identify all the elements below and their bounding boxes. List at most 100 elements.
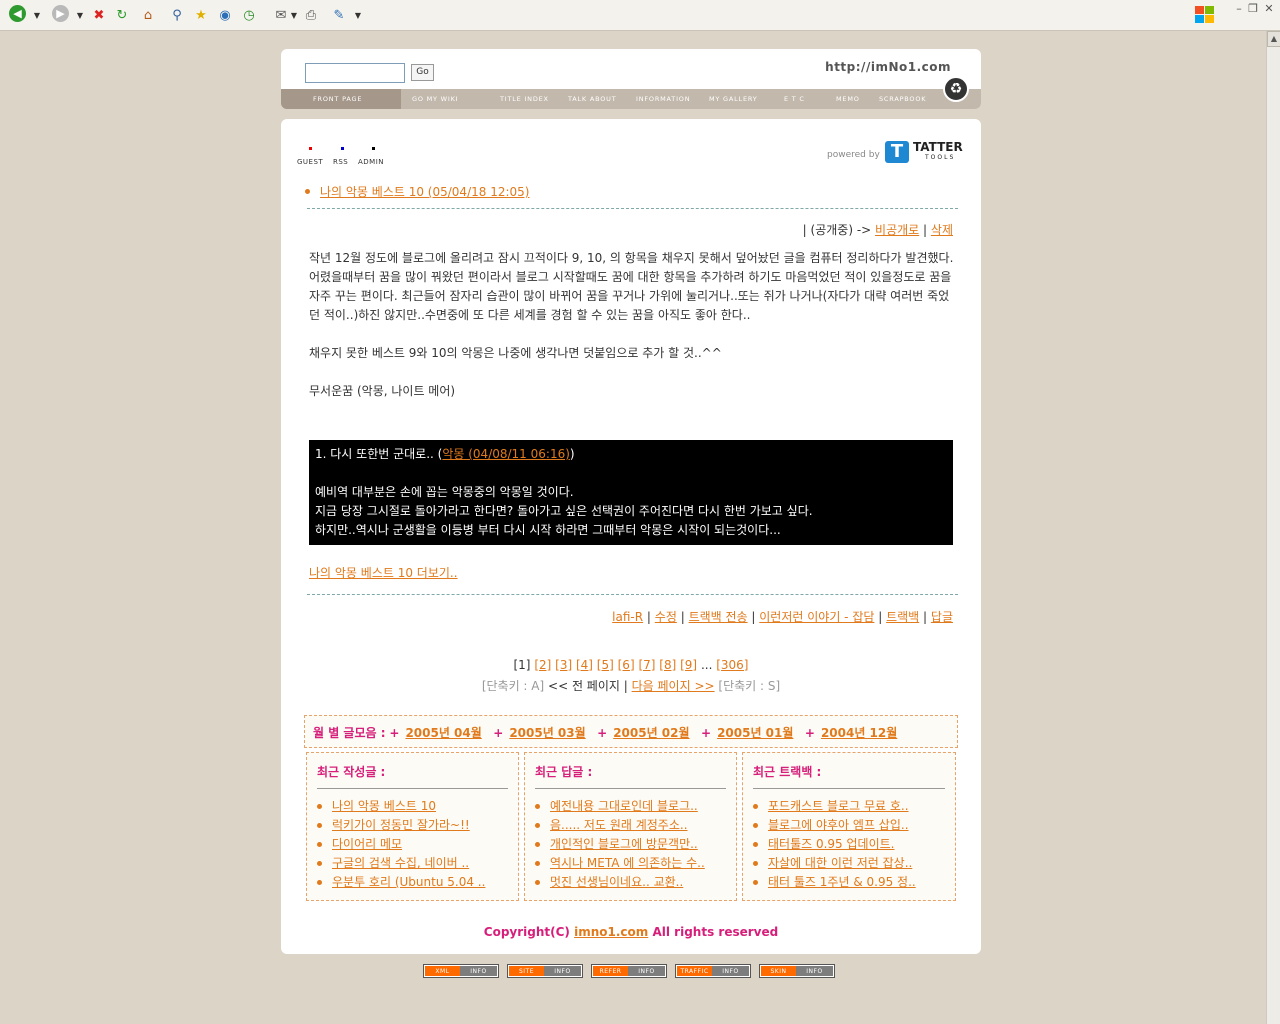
quote-link[interactable]: 악몽 (04/08/11 06:16) [442, 447, 570, 461]
trackback-link[interactable]: 트랙백 [886, 610, 919, 624]
traffic-badge[interactable]: TRAFFIC INFO [675, 964, 751, 978]
nav-memo[interactable]: MEMO [836, 95, 860, 103]
tattertools-logo-icon[interactable]: T [885, 141, 909, 163]
home-icon[interactable]: ⌂ [139, 5, 157, 25]
minimize-icon[interactable]: – [1232, 2, 1246, 16]
stop-icon[interactable]: ✖ [91, 5, 107, 25]
forward-icon[interactable]: ▶ [52, 5, 69, 22]
post-paragraph: 무서운꿈 (악몽, 나이트 메어) [309, 384, 456, 398]
archive-link[interactable]: 2004년 12월 [821, 726, 897, 740]
edit-icon[interactable]: ✎ [330, 5, 348, 25]
trackback-send-link[interactable]: 트랙백 전송 [689, 610, 748, 624]
recent-reply-link[interactable]: 예전내용 그대로인데 블로그.. [550, 797, 698, 816]
archive-link[interactable]: 2005년 04월 [405, 726, 481, 740]
rss-icon[interactable] [341, 147, 344, 150]
nav-scrapbook[interactable]: SCRAPBOOK [879, 95, 926, 103]
nav-information[interactable]: INFORMATION [636, 95, 690, 103]
bullet-icon [305, 189, 310, 194]
page-link[interactable]: [5] [597, 658, 614, 672]
restore-icon[interactable]: ❐ [1246, 2, 1260, 16]
edit-link[interactable]: 수정 [655, 610, 677, 624]
archive-link[interactable]: 2005년 02월 [613, 726, 689, 740]
recent-post-link[interactable]: 다이어리 메모 [332, 835, 402, 854]
nav-front-page[interactable]: FRONT PAGE [313, 95, 362, 103]
admin-icon[interactable] [372, 147, 375, 150]
recent-post-link[interactable]: 나의 악몽 베스트 10 [332, 797, 436, 816]
nav-etc[interactable]: E T C [784, 95, 805, 103]
admin-link[interactable]: ADMIN [358, 158, 384, 166]
refer-badge[interactable]: REFER INFO [591, 964, 667, 978]
rss-link[interactable]: RSS [333, 158, 348, 166]
make-private-link[interactable]: 비공개로 [875, 223, 919, 237]
recent-reply-link[interactable]: 개인적인 블로그에 방문객만.. [550, 835, 698, 854]
guest-link[interactable]: GUEST [297, 158, 323, 166]
favorites-icon[interactable]: ★ [193, 5, 209, 25]
nav-title-index[interactable]: TITLE INDEX [500, 95, 549, 103]
archive-link[interactable]: 2005년 03월 [509, 726, 585, 740]
recent-trackback-link[interactable]: 태터툴즈 0.95 업데이트. [768, 835, 894, 854]
separator: | [623, 679, 632, 693]
page-link[interactable]: [8] [659, 658, 676, 672]
reply-link[interactable]: 답글 [931, 610, 953, 624]
guest-icon[interactable] [309, 147, 312, 150]
copyright-link[interactable]: imno1.com [574, 925, 648, 939]
recent-reply-link[interactable]: 멋진 선생님이네요.. 교환.. [550, 873, 683, 892]
skin-badge[interactable]: SKIN INFO [759, 964, 835, 978]
read-more-link[interactable]: 나의 악몽 베스트 10 더보기.. [309, 564, 458, 581]
site-badge[interactable]: SITE INFO [507, 964, 583, 978]
nav-talk-about[interactable]: TALK ABOUT [568, 95, 617, 103]
tattertools-brand[interactable]: TATTER [913, 141, 963, 154]
back-icon[interactable]: ◀ [9, 5, 26, 22]
bullet-icon [753, 823, 758, 828]
divider [307, 208, 958, 209]
forward-dropdown-icon[interactable]: ▼ [76, 5, 84, 25]
recent-trackback-link[interactable]: 자살에 대한 이런 저런 잡상.. [768, 854, 912, 873]
recent-post-link[interactable]: 우분투 호리 (Ubuntu 5.04 .. [332, 873, 485, 892]
refresh-icon[interactable]: ↻ [114, 5, 130, 25]
post-title[interactable]: 나의 악몽 베스트 10 (05/04/18 12:05) [320, 183, 529, 200]
scroll-up-icon[interactable]: ▲ [1267, 31, 1280, 47]
mail-dropdown-icon[interactable]: ▼ [290, 5, 298, 25]
site-header: Go http://imNo1.com FRONT PAGE GO MY WIK… [281, 49, 981, 109]
recent-reply-link[interactable]: 역시나 META 에 의존하는 수.. [550, 854, 705, 873]
print-icon[interactable]: ⎙ [303, 5, 319, 25]
page-link[interactable]: [3] [555, 658, 572, 672]
go-button[interactable]: Go [411, 64, 434, 81]
recent-reply-link[interactable]: 음..... 저도 원래 계정주소.. [550, 816, 688, 835]
page-link[interactable]: [6] [618, 658, 635, 672]
author-link[interactable]: lafi-R [612, 610, 643, 624]
page-last-link[interactable]: [306] [716, 658, 748, 672]
recent-trackback-link[interactable]: 태터 툴즈 1주년 & 0.95 정.. [768, 873, 916, 892]
recent-trackback-link[interactable]: 포드캐스트 블로그 무료 호.. [768, 797, 909, 816]
next-page-link[interactable]: 다음 페이지 >> [632, 679, 715, 693]
page-link[interactable]: [7] [638, 658, 655, 672]
edit-dropdown-icon[interactable]: ▼ [354, 5, 362, 25]
recent-post-link[interactable]: 럭키가이 정동민 잘가라~!! [332, 816, 470, 835]
vertical-scrollbar[interactable]: ▲ [1266, 31, 1280, 1024]
mail-icon[interactable]: ✉ [272, 5, 290, 25]
tattertools-sub: TOOLS [925, 154, 956, 161]
archive-link[interactable]: 2005년 01월 [717, 726, 793, 740]
recent-posts-list: 나의 악몽 베스트 10 럭키가이 정동민 잘가라~!! 다이어리 메모 구글의… [317, 797, 485, 892]
history-icon[interactable]: ◷ [241, 5, 257, 25]
nav-my-gallery[interactable]: MY GALLERY [709, 95, 758, 103]
xml-badge[interactable]: XML INFO [423, 964, 499, 978]
category-link[interactable]: 이런저런 이야기 - 잡담 [759, 610, 874, 624]
quote-line: 지금 당장 그시절로 돌아가라고 한다면? 돌아가고 싶은 선택권이 주어진다면… [315, 504, 813, 518]
windows-logo-icon [1188, 0, 1222, 30]
search-input[interactable] [305, 63, 405, 83]
recent-trackback-link[interactable]: 블로그에 야후아 엠프 삽입.. [768, 816, 909, 835]
page-link[interactable]: [9] [680, 658, 697, 672]
recent-trackbacks-title: 최근 트랙백 : [753, 765, 822, 779]
back-dropdown-icon[interactable]: ▼ [33, 5, 41, 25]
recycle-logo-icon[interactable]: ♻ [943, 76, 969, 102]
page-link[interactable]: [2] [534, 658, 551, 672]
media-icon[interactable]: ◉ [217, 5, 233, 25]
close-icon[interactable]: ✕ [1262, 2, 1276, 16]
page-link[interactable]: [4] [576, 658, 593, 672]
copyright-prefix: Copyright(C) [483, 925, 570, 939]
delete-link[interactable]: 삭제 [931, 223, 953, 237]
nav-go-my-wiki[interactable]: GO MY WIKI [412, 95, 458, 103]
recent-post-link[interactable]: 구글의 검색 수집, 네이버 .. [332, 854, 469, 873]
search-icon[interactable]: ⚲ [169, 5, 185, 25]
